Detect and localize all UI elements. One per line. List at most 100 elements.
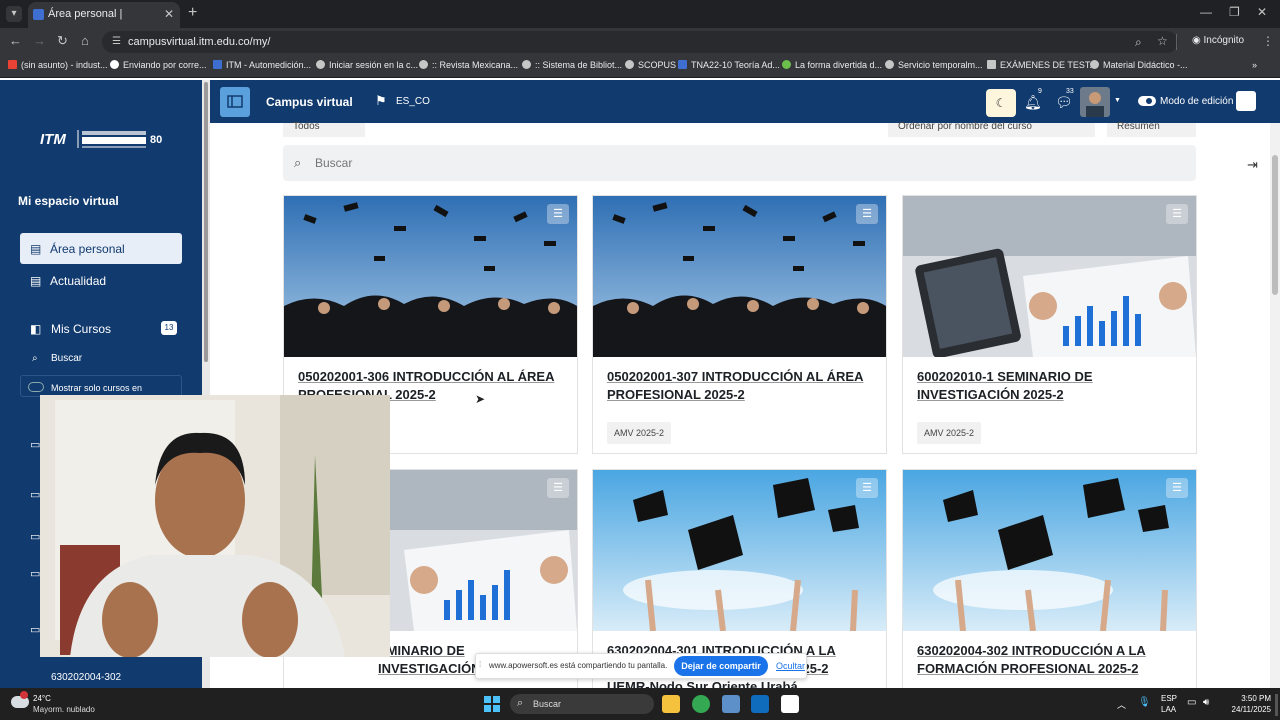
sidebar-item-mis-cursos[interactable]: Mis Cursos [51,322,111,336]
course-image-graduation[interactable]: ☰ [593,196,886,357]
windows-logo-icon [484,696,500,712]
weather-description[interactable]: Mayorm. nublado [33,705,95,714]
course-title[interactable]: 630202004-302 INTRODUCCIÓN A LA FORMACIÓ… [917,642,1179,678]
bookmark-item[interactable]: Iniciar sesión en la c... [316,60,418,70]
bookmark-item[interactable]: Servicio temporalm... [885,60,983,70]
new-tab-icon[interactable]: + [188,4,197,22]
itm-icon [213,60,222,69]
itm-logo[interactable]: ITM 80 [40,128,164,150]
course-menu-icon[interactable]: ☰ [547,478,569,498]
course-image-caps-sky[interactable]: ☰ [903,470,1196,631]
itm-logo-icon: ITM 80 [40,130,162,148]
bookmark-item[interactable]: SCOPUS [625,60,676,70]
caps-sky-photo [903,470,1196,631]
only-courses-toggle[interactable] [28,382,44,392]
more-bookmarks-icon[interactable]: » [1252,60,1257,70]
clock-date[interactable]: 24/11/2025 [1226,705,1271,714]
course-card[interactable]: ☰ 600202010-1 SEMINARIO DE INVESTIGACIÓN… [902,195,1197,454]
course-image-caps-sky[interactable]: ☰ [593,470,886,631]
forward-icon[interactable]: → [33,33,46,48]
zoom-icon[interactable]: ⌕ [1135,35,1142,50]
site-info-icon[interactable]: ☰ [112,36,121,47]
sidebar-scroll-thumb[interactable] [204,82,208,362]
course-menu-icon[interactable]: ☰ [856,478,878,498]
home-icon[interactable]: ⌂ [81,33,89,48]
tab-search-icon[interactable]: ▾ [6,6,22,22]
bookmark-item[interactable]: EXÁMENES DE TEST... [987,60,1097,70]
keyboard-language[interactable]: ESP [1161,694,1177,703]
sidebar-item-actualidad[interactable]: Actualidad [50,274,106,288]
browser-tab[interactable]: Área personal | campusVirtual ✕ [28,2,180,44]
search-input[interactable] [315,156,715,170]
bookmark-item[interactable]: :: Revista Mexicana... [419,60,518,70]
bookmark-item[interactable]: TNA22-10 Teoría Ad... [678,60,780,70]
volume-icon[interactable]: 🔊︎ [1203,697,1209,708]
app-icon[interactable] [722,695,740,713]
search-icon: ⌕ [294,155,302,170]
close-window-icon[interactable]: ✕ [1257,5,1267,19]
keyboard-layout[interactable]: LAA [1161,705,1176,714]
course-title[interactable]: 600202010-1 SEMINARIO DE INVESTIGACIÓN 2… [917,368,1179,404]
chrome-icon[interactable] [692,695,710,713]
course-icon: ▭ [30,624,41,636]
reload-icon[interactable]: ↻ [57,33,68,49]
site-title[interactable]: Campus virtual [266,95,353,109]
microphone-icon[interactable]: 🎙︎ [1138,697,1151,708]
filter-dropdown[interactable]: Todos [283,122,365,137]
course-card[interactable]: ☰ 630202004-302 INTRODUCCIÓN A LA FORMAC… [902,469,1197,688]
close-tab-icon[interactable]: ✕ [164,2,174,26]
drawer-toggle-icon[interactable]: ⇥ [1247,157,1258,173]
chevron-up-icon[interactable]: ︿ [1117,698,1126,711]
course-menu-icon[interactable]: ☰ [547,204,569,224]
back-icon[interactable]: ← [9,33,22,48]
course-image-graduation[interactable]: ☰ [284,196,577,357]
stop-sharing-button[interactable]: Dejar de compartir [674,656,768,676]
weather-temperature[interactable]: 24°C [33,694,51,703]
network-icon[interactable]: ▭ [1187,697,1196,708]
hide-banner-link[interactable]: Ocultar [776,661,805,671]
restore-icon[interactable]: ❐ [1229,5,1240,19]
file-explorer-icon[interactable] [662,695,680,713]
minimize-icon[interactable]: — [1200,5,1212,19]
incognito-badge[interactable]: ◉ Incógnito [1192,35,1244,46]
bookmark-item[interactable]: :: Sistema de Bibliot... [522,60,622,70]
webcam-overlay [40,395,390,657]
windows-start-icon[interactable] [484,696,500,712]
view-dropdown[interactable]: Resumen [1107,122,1196,137]
focus-mode-icon[interactable] [1236,91,1256,111]
chevron-down-icon[interactable]: ▼ [1114,97,1121,104]
main-scroll-thumb[interactable] [1272,155,1278,295]
bookmark-item[interactable]: (sin asunto) - indust... [8,60,108,70]
taskbar-search[interactable] [510,694,654,714]
course-menu-icon[interactable]: ☰ [856,204,878,224]
more-menu-icon[interactable]: ⋮ [1262,34,1274,48]
bookmark-star-icon[interactable]: ☆ [1157,34,1168,48]
messages-icon[interactable]: 💬︎ [1055,94,1073,111]
sidebar-search[interactable]: Buscar [51,353,82,364]
bookmark-item[interactable]: Material Didáctico -... [1090,60,1188,70]
notifications-icon[interactable]: 🔔︎ [1024,94,1042,111]
course-card[interactable]: ☰ 050202001-307 INTRODUCCIÓN AL ÁREA PRO… [592,195,887,454]
divider [1176,34,1177,50]
dark-mode-button[interactable]: ☾ [986,89,1016,117]
sidebar-course-item[interactable]: 630202004-302 [51,672,121,683]
avatar[interactable] [1080,87,1110,117]
sidebar-toggle-button[interactable] [220,87,250,117]
language-menu[interactable]: ES_CO [396,96,430,107]
outlook-icon[interactable] [751,695,769,713]
bookmark-item[interactable]: La forma divertida d... [782,60,882,70]
bookmark-item[interactable]: ITM - Automedición... [213,60,311,70]
course-menu-icon[interactable]: ☰ [1166,204,1188,224]
itm-app-icon[interactable] [781,695,799,713]
svg-text:ITM: ITM [40,131,66,148]
show-desktop-button[interactable] [1275,694,1278,716]
drag-handle-icon[interactable]: ⁞ [479,660,481,669]
notifications-count: 9 [1038,88,1042,95]
bookmark-item[interactable]: Enviando por corre... [110,60,207,70]
clock-time[interactable]: 3:50 PM [1226,694,1271,703]
course-menu-icon[interactable]: ☰ [1166,478,1188,498]
google-icon [110,60,119,69]
course-image-tablet-chart[interactable]: ☰ [903,196,1196,357]
sort-dropdown[interactable]: Ordenar por nombre del curso [888,122,1095,137]
course-title[interactable]: 050202001-307 INTRODUCCIÓN AL ÁREA PROFE… [607,368,869,404]
